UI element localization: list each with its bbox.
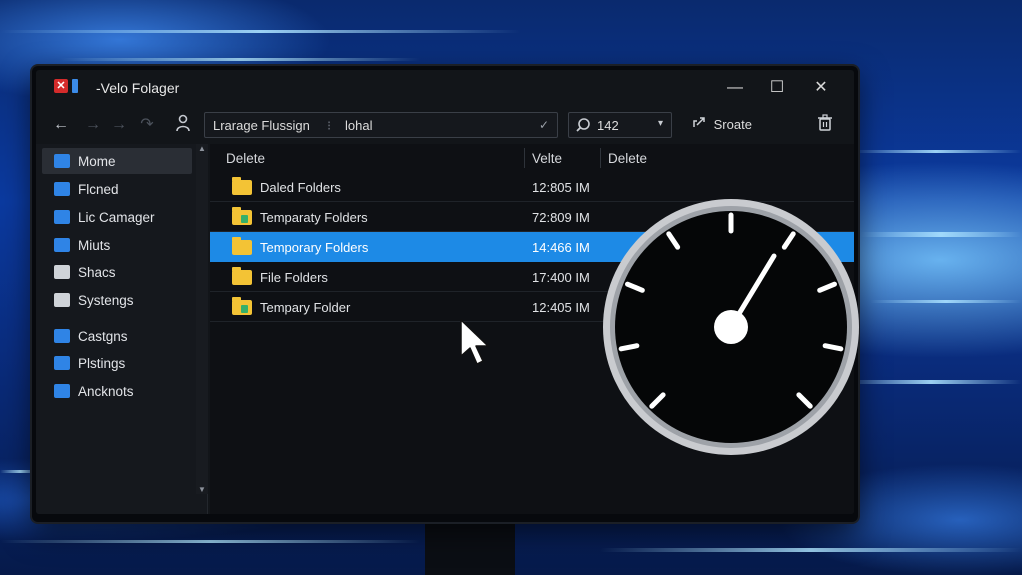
sync-badge-icon (241, 215, 248, 223)
folder-icon (232, 207, 252, 225)
refresh-button[interactable]: ↷ (136, 114, 158, 136)
app-logo-icon: ✕ (54, 79, 68, 93)
forward-history-button[interactable]: → (108, 114, 130, 136)
sidebar-item[interactable]: Plstings (42, 350, 192, 376)
folder-icon (232, 297, 252, 315)
search-value[interactable]: 142 (597, 118, 619, 133)
monitor-stand (425, 520, 515, 575)
search-icon (575, 117, 591, 136)
gauge-tick (618, 343, 640, 352)
sidebar-item-label: Ancknots (78, 383, 134, 399)
speedometer-icon (603, 199, 859, 455)
file-name: Temparaty Folders (260, 210, 368, 225)
sidebar-item[interactable]: Shacs (42, 259, 192, 285)
folder-icon (232, 177, 252, 195)
column-header-row: Delete Velte Delete (210, 144, 854, 172)
sidebar-item[interactable]: Miuts (42, 232, 192, 258)
grid-icon (54, 356, 70, 370)
folder-icon (54, 182, 70, 196)
minimize-button[interactable]: — (720, 76, 750, 100)
column-header-name[interactable]: Delete (226, 151, 265, 166)
address-segment-root[interactable]: Lrarage Flussign (213, 118, 310, 133)
column-divider[interactable] (524, 148, 525, 168)
column-header-value[interactable]: Velte (532, 151, 562, 166)
file-value: 72:809 IM (532, 210, 590, 225)
file-value: 14:466 IM (532, 240, 590, 255)
file-name: Daled Folders (260, 180, 341, 195)
close-button[interactable]: ✕ (806, 76, 836, 100)
share-label: Sroate (713, 117, 752, 132)
maximize-button[interactable]: ☐ (762, 76, 792, 100)
address-bar[interactable]: Lrarage Flussign ⁝ lohal ✓ (204, 112, 558, 138)
sidebar-scrollbar[interactable]: ▲ ▼ (196, 144, 208, 494)
tile-icon (54, 384, 70, 398)
chat-icon (54, 210, 70, 224)
user-icon[interactable] (172, 114, 194, 136)
title-bar: ✕ -Velo Folager — ☐ ✕ (36, 70, 854, 106)
sidebar-item-label: Mome (78, 153, 116, 169)
share-icon (692, 112, 710, 138)
share-button[interactable]: Sroate (692, 112, 752, 138)
file-value: 17:400 IM (532, 270, 590, 285)
file-name: File Folders (260, 270, 328, 285)
trash-icon[interactable] (816, 114, 834, 134)
sidebar-item-label: Plstings (78, 355, 126, 371)
forward-button[interactable]: → (82, 114, 104, 136)
chevron-down-icon[interactable]: ▾ (658, 118, 663, 129)
column-divider[interactable] (600, 148, 601, 168)
sidebar-item[interactable]: Mome (42, 148, 192, 174)
app-badge-icon (72, 79, 78, 93)
sidebar-item[interactable]: Castgns (42, 323, 192, 349)
window-icon (54, 265, 70, 279)
chart-icon (54, 329, 70, 343)
p-logo-icon (54, 154, 70, 168)
mouse-cursor-icon (460, 319, 489, 365)
sidebar-item-label: Lic Camager (78, 209, 155, 225)
file-value: 12:805 IM (532, 180, 590, 195)
window-title: -Velo Folager (96, 80, 180, 96)
gear-icon (54, 293, 70, 307)
file-value: 12:405 IM (532, 300, 590, 315)
sidebar-item-label: Castgns (78, 328, 128, 344)
sidebar-item-label: Shacs (78, 264, 116, 280)
scroll-down-icon[interactable]: ▼ (196, 485, 208, 494)
check-icon[interactable]: ✓ (539, 118, 549, 132)
folder-icon (232, 267, 252, 285)
sync-badge-icon (241, 305, 248, 313)
address-separator: ⁝ (327, 118, 332, 133)
sidebar-item[interactable]: Lic Camager (42, 204, 192, 230)
folder-icon (232, 237, 252, 255)
back-button[interactable]: ← (50, 114, 72, 136)
toolbar: ← → → ↷ Lrarage Flussign ⁝ lohal ✓ 142 ▾ (36, 106, 854, 144)
gauge-tick (822, 343, 844, 352)
address-segment-current[interactable]: lohal (345, 118, 372, 133)
sidebar-item[interactable]: Systengs (42, 287, 192, 313)
column-header-delete[interactable]: Delete (608, 151, 647, 166)
search-box[interactable]: 142 ▾ (568, 112, 672, 138)
scroll-up-icon[interactable]: ▲ (196, 144, 208, 153)
sidebar-item-label: Miuts (78, 237, 111, 253)
sidebar-item-label: Flcned (78, 181, 119, 197)
document-icon (54, 238, 70, 252)
file-name: Tempary Folder (260, 300, 351, 315)
sidebar-item-label: Systengs (78, 292, 134, 308)
sidebar-item[interactable]: Ancknots (42, 378, 192, 404)
file-name: Temporary Folders (260, 240, 369, 255)
sidebar-item[interactable]: Flcned (42, 176, 192, 202)
